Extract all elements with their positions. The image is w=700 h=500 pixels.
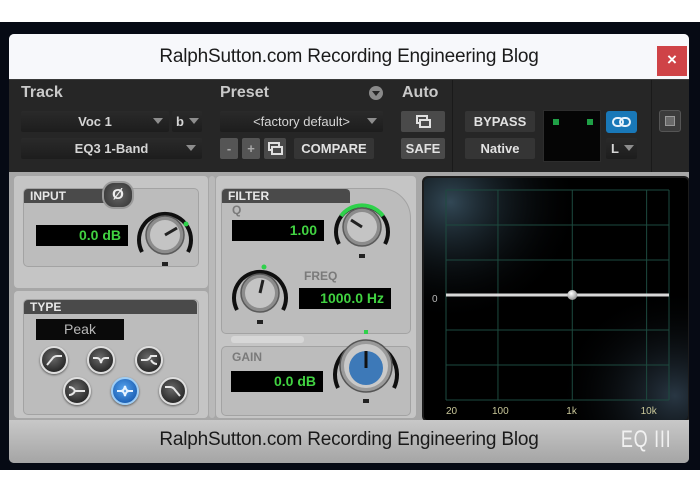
filter-type-display: Peak bbox=[36, 319, 124, 340]
paste-icon bbox=[416, 115, 431, 128]
preset-label: Preset bbox=[220, 84, 269, 101]
x-tick-label: 20 bbox=[446, 406, 458, 417]
link-button[interactable] bbox=[606, 111, 637, 133]
header-divider bbox=[651, 80, 652, 172]
x-tick-label: 100 bbox=[492, 406, 509, 417]
track-variant-selector[interactable]: b bbox=[172, 111, 202, 132]
copy-icon bbox=[268, 142, 283, 155]
plugin-body: INPUT Ø 0.0 dB TYPE Peak FILTER Q 1.00 F… bbox=[9, 172, 689, 422]
peak-button[interactable] bbox=[111, 377, 139, 405]
high-pass-button[interactable] bbox=[40, 346, 68, 374]
chevron-down-icon bbox=[624, 145, 634, 151]
notch-icon bbox=[93, 357, 109, 364]
eq3-logo: EQ III bbox=[620, 426, 671, 453]
title-bar: RalphSutton.com Recording Engineering Bl… bbox=[9, 34, 689, 79]
input-gain-knob[interactable] bbox=[132, 202, 198, 268]
low-pass-button[interactable] bbox=[159, 377, 187, 405]
native-button[interactable]: Native bbox=[465, 138, 535, 159]
track-selector[interactable]: Voc 1 bbox=[21, 111, 169, 132]
plugin-header: Track Preset Auto Voc 1 b EQ3 1-Band <fa… bbox=[9, 79, 689, 173]
knob-indicator-led bbox=[261, 264, 267, 270]
low-shelf-icon bbox=[141, 355, 158, 365]
close-button[interactable]: × bbox=[657, 46, 687, 76]
chevron-down-icon bbox=[153, 118, 163, 124]
zero-db-label: 0 bbox=[432, 294, 438, 305]
signal-meter bbox=[543, 110, 601, 162]
gain-display: 0.0 dB bbox=[231, 371, 323, 392]
filter-divider bbox=[231, 336, 304, 343]
preset-menu-icon[interactable] bbox=[369, 86, 383, 100]
plugin-name: EQ3 1-Band bbox=[74, 141, 149, 156]
phase-invert-button[interactable]: Ø bbox=[102, 181, 134, 209]
compare-button[interactable]: COMPARE bbox=[294, 138, 374, 159]
q-display: 1.00 bbox=[232, 220, 324, 241]
input-gain-display: 0.0 dB bbox=[36, 225, 128, 246]
preset-name: <factory default> bbox=[253, 114, 350, 129]
type-section: TYPE Peak bbox=[14, 291, 208, 418]
link-icon bbox=[612, 117, 631, 127]
notch-button[interactable] bbox=[87, 346, 115, 374]
target-icon bbox=[665, 116, 675, 126]
channel-selector[interactable]: L bbox=[606, 138, 637, 159]
paste-settings-button[interactable] bbox=[401, 111, 445, 132]
peak-icon bbox=[117, 385, 133, 397]
frequency-knob[interactable] bbox=[227, 260, 293, 326]
filter-section: FILTER Q 1.00 FREQ 1000.0 Hz GAIN 0.0 dB bbox=[216, 176, 416, 418]
plugin-selector[interactable]: EQ3 1-Band bbox=[21, 138, 202, 159]
track-variant: b bbox=[176, 114, 184, 129]
plugin-footer: RalphSutton.com Recording Engineering Bl… bbox=[9, 420, 689, 463]
gain-label: GAIN bbox=[232, 350, 262, 364]
eq-graph[interactable]: 0 20 100 1k 10k bbox=[422, 176, 689, 422]
footer-text: RalphSutton.com Recording Engineering Bl… bbox=[159, 429, 539, 450]
auto-label: Auto bbox=[402, 84, 439, 101]
target-button[interactable] bbox=[659, 110, 681, 132]
x-tick-label: 1k bbox=[566, 406, 578, 417]
q-label: Q bbox=[232, 203, 242, 217]
x-tick-label: 10k bbox=[641, 406, 658, 417]
freq-label: FREQ bbox=[304, 269, 338, 283]
eq-band-node[interactable] bbox=[567, 290, 578, 300]
high-pass-icon bbox=[46, 355, 62, 366]
next-preset-button[interactable]: + bbox=[242, 138, 260, 159]
knob-indicator-led bbox=[183, 221, 189, 227]
low-pass-icon bbox=[165, 386, 181, 397]
channel-label: L bbox=[611, 141, 619, 156]
chevron-down-icon bbox=[186, 145, 196, 151]
track-name: Voc 1 bbox=[78, 114, 112, 129]
section-divider bbox=[209, 176, 215, 418]
gain-knob[interactable] bbox=[326, 324, 406, 408]
header-divider bbox=[452, 80, 453, 172]
knob-indicator-led bbox=[364, 330, 368, 334]
meter-led-left bbox=[553, 119, 559, 125]
phase-symbol: Ø bbox=[112, 186, 124, 203]
type-tab: TYPE bbox=[24, 300, 197, 314]
preset-selector[interactable]: <factory default> bbox=[220, 111, 383, 132]
frequency-display: 1000.0 Hz bbox=[299, 288, 391, 309]
copy-settings-button[interactable] bbox=[264, 138, 286, 159]
chevron-down-icon bbox=[367, 118, 377, 124]
q-knob[interactable] bbox=[329, 194, 395, 260]
eq-graph-canvas: 0 20 100 1k 10k bbox=[424, 178, 688, 420]
filter-type-value: Peak bbox=[64, 321, 96, 337]
high-shelf-icon bbox=[68, 386, 85, 396]
previous-preset-button[interactable]: - bbox=[220, 138, 238, 159]
meter-led-right bbox=[587, 119, 593, 125]
low-shelf-button[interactable] bbox=[135, 346, 163, 374]
input-section: INPUT Ø 0.0 dB bbox=[14, 176, 208, 288]
bypass-button[interactable]: BYPASS bbox=[465, 111, 535, 132]
plugin-window: RalphSutton.com Recording Engineering Bl… bbox=[9, 34, 689, 463]
chevron-down-icon bbox=[189, 118, 199, 124]
track-label: Track bbox=[21, 84, 63, 101]
safe-button[interactable]: SAFE bbox=[401, 138, 445, 159]
window-title: RalphSutton.com Recording Engineering Bl… bbox=[159, 46, 539, 67]
high-shelf-button[interactable] bbox=[63, 377, 91, 405]
